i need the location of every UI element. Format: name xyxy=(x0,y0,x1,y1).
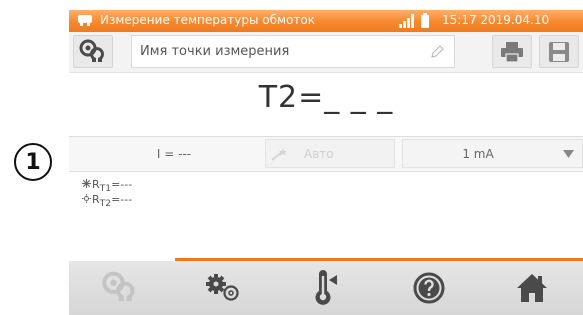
dropdown-arrow-icon xyxy=(563,150,574,158)
nav-thermometer[interactable] xyxy=(275,261,377,315)
battery-icon xyxy=(421,13,429,28)
nav-ohm-probe[interactable] xyxy=(69,261,171,315)
main-value-text: T2=_ _ _ xyxy=(258,80,394,115)
range-value: 1 mA xyxy=(462,147,494,161)
bottom-nav xyxy=(69,261,583,315)
auto-button[interactable]: Авто xyxy=(265,139,395,168)
thermometer-icon xyxy=(315,270,337,305)
home-icon xyxy=(517,274,547,302)
save-icon xyxy=(549,41,569,62)
result-rt2: RT2=--- xyxy=(81,192,132,209)
result-rt1: RT1=--- xyxy=(81,177,132,194)
device-screen: Измерение температуры обмоток 15:17 2019… xyxy=(69,10,583,315)
auto-label: Авто xyxy=(304,147,334,161)
help-icon xyxy=(413,272,445,304)
ohm-probe-icon xyxy=(102,271,135,302)
ohm-probe-button[interactable] xyxy=(73,35,113,68)
clock: 15:17 2019.04.10 xyxy=(442,13,550,27)
callout-number: 1 xyxy=(14,143,52,181)
toolbar: Имя точки измерения xyxy=(69,32,583,73)
snowflake-icon xyxy=(82,179,91,188)
print-button[interactable] xyxy=(492,35,532,68)
sun-icon xyxy=(82,194,91,203)
nav-settings[interactable] xyxy=(172,261,274,315)
params-row: I = --- Авто 1 mA xyxy=(69,136,583,172)
auto-wand-icon xyxy=(271,148,287,161)
main-measurement: T2=_ _ _ xyxy=(69,72,583,136)
results-list: RT1=--- RT2=--- xyxy=(81,177,132,209)
app-icon xyxy=(78,15,92,26)
settings-gears-icon xyxy=(206,274,239,301)
pencil-icon[interactable] xyxy=(430,45,444,59)
status-bar: Измерение температуры обмоток 15:17 2019… xyxy=(69,10,583,32)
nav-help[interactable] xyxy=(378,261,480,315)
save-button[interactable] xyxy=(539,35,579,68)
printer-icon xyxy=(501,41,523,63)
nav-home[interactable] xyxy=(481,261,583,315)
point-name-input[interactable]: Имя точки измерения xyxy=(131,35,455,68)
point-name-placeholder: Имя точки измерения xyxy=(140,44,290,59)
app-title: Измерение температуры обмоток xyxy=(100,13,315,27)
ohm-probe-icon xyxy=(79,39,104,62)
signal-icon xyxy=(399,14,414,28)
range-select[interactable]: 1 mA xyxy=(402,139,583,168)
current-readout: I = --- xyxy=(156,147,192,161)
